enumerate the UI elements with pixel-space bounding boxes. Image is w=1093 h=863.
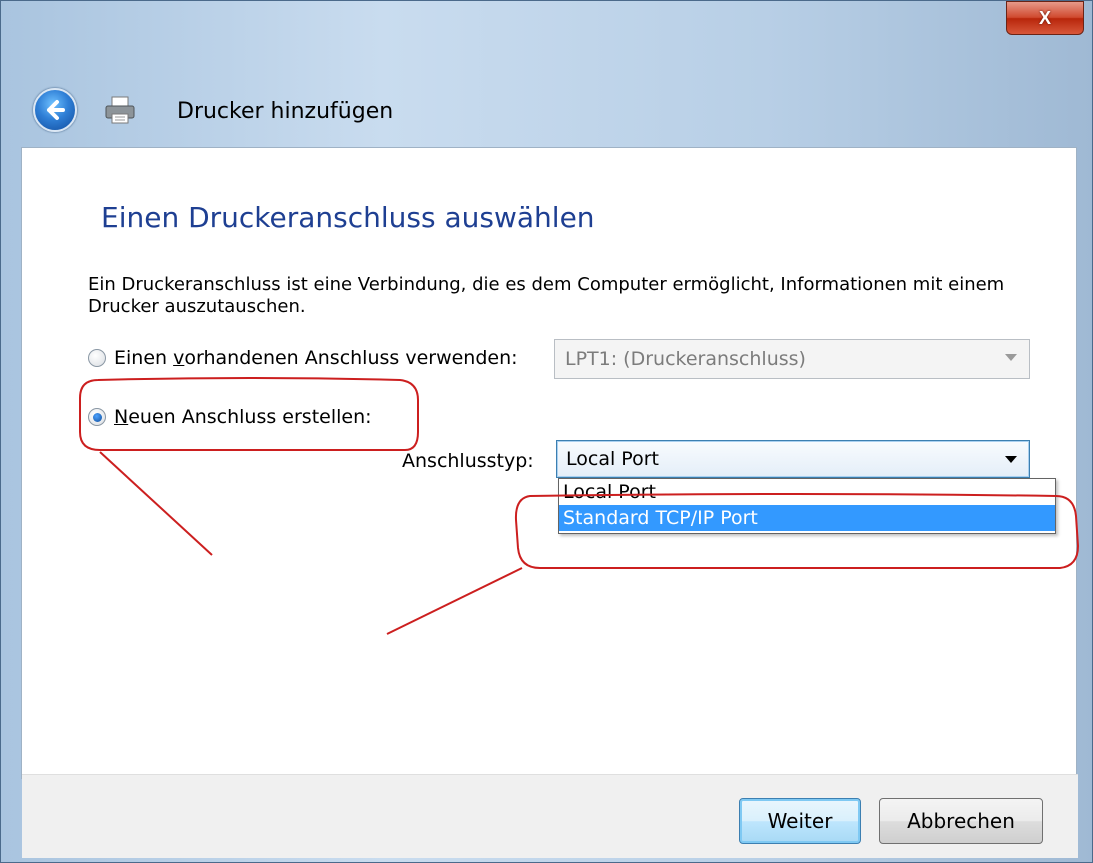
- chevron-down-icon: [1005, 456, 1017, 463]
- new-port-radio[interactable]: [88, 408, 106, 426]
- navigation-bar: Drucker hinzufügen: [9, 55, 1084, 155]
- button-bar: Weiter Abbrechen: [22, 774, 1078, 858]
- port-type-select[interactable]: Local Port: [556, 440, 1030, 478]
- dropdown-option-local-port[interactable]: Local Port: [559, 479, 1055, 505]
- wizard-title: Drucker hinzufügen: [177, 99, 394, 124]
- new-port-option[interactable]: Neuen Anschluss erstellen:: [88, 406, 372, 428]
- page-description: Ein Druckeranschluss ist eine Verbindung…: [88, 274, 1005, 317]
- port-type-label: Anschlusstyp:: [402, 450, 534, 472]
- title-bar: X: [9, 1, 1084, 51]
- close-button[interactable]: X: [1006, 1, 1084, 35]
- new-port-label: Neuen Anschluss erstellen:: [114, 406, 372, 428]
- back-button[interactable]: [33, 88, 77, 132]
- port-type-dropdown: Local Port Standard TCP/IP Port: [558, 478, 1056, 534]
- wizard-content: Einen Druckeranschluss auswählen Ein Dru…: [21, 147, 1078, 858]
- existing-port-label: Einen vorhandenen Anschluss verwenden:: [114, 347, 518, 369]
- next-button[interactable]: Weiter: [739, 798, 861, 844]
- page-heading: Einen Druckeranschluss auswählen: [101, 201, 595, 234]
- printer-icon: [104, 95, 136, 125]
- existing-port-option[interactable]: Einen vorhandenen Anschluss verwenden:: [88, 347, 518, 369]
- back-arrow-icon: [47, 100, 65, 120]
- existing-port-select: LPT1: (Druckeranschluss): [554, 339, 1030, 379]
- cancel-button[interactable]: Abbrechen: [879, 798, 1043, 844]
- dropdown-option-standard-tcpip-port[interactable]: Standard TCP/IP Port: [559, 505, 1055, 531]
- chevron-down-icon: [1005, 354, 1017, 361]
- existing-port-radio[interactable]: [88, 349, 106, 367]
- window-frame: X Drucker hinzufügen Einen Druckeranschl…: [0, 0, 1093, 863]
